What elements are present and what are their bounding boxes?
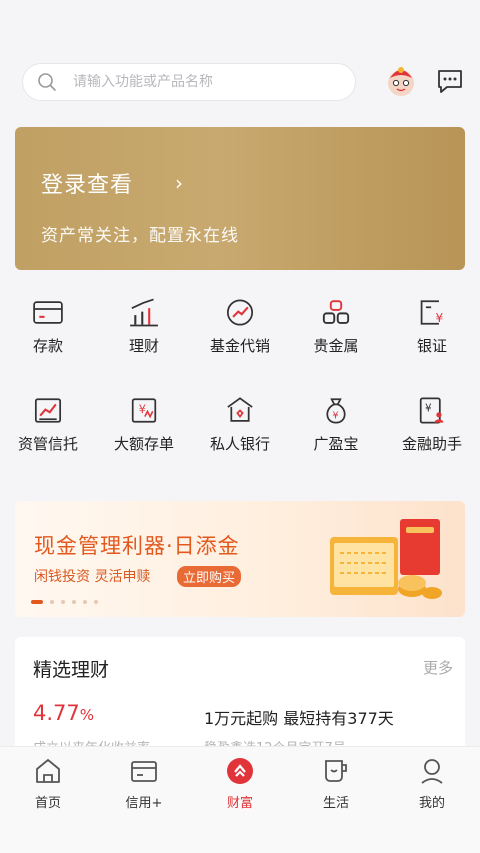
- grid-item-label: 资管信托: [17, 435, 78, 453]
- svg-text:¥: ¥: [333, 410, 339, 421]
- grid-item-label: 贵金属: [313, 337, 359, 355]
- carousel-dot: [94, 600, 98, 604]
- gold-bars-icon: [322, 300, 350, 324]
- svg-text:¥: ¥: [435, 311, 443, 325]
- tab-label: 生活: [322, 796, 349, 811]
- svg-text:¥: ¥: [139, 403, 146, 416]
- bar-chart-icon: [130, 298, 158, 327]
- login-banner[interactable]: 登录查看 › 资产常关注，配置永在线: [15, 127, 465, 270]
- cup-icon: [325, 760, 347, 782]
- grid-item-large-deposit[interactable]: ¥ 大额存单: [96, 394, 192, 454]
- grid-item-deposit[interactable]: 存款: [0, 296, 96, 356]
- yen-document-icon: ¥: [420, 300, 443, 325]
- tab-credit[interactable]: 信用+: [96, 747, 192, 853]
- user-icon: [421, 759, 443, 784]
- wealth-icon: [227, 758, 253, 784]
- grid-item-precious-metal[interactable]: 贵金属: [288, 296, 384, 356]
- carousel-dot: [83, 600, 87, 604]
- buy-now-button[interactable]: 立即购买: [177, 566, 242, 587]
- featured-products-card: 精选理财 更多 4.77% 1万元起购 最短持有377天 成立以来年化收益率 稳…: [15, 637, 465, 757]
- search-input[interactable]: [73, 74, 313, 90]
- growth-chart-icon: [34, 398, 62, 423]
- promo-subtitle: 闲钱投资 灵活申赎: [34, 569, 151, 585]
- grid-item-asset-trust[interactable]: 资管信托: [0, 394, 96, 454]
- tab-label: 信用+: [125, 796, 163, 811]
- calendar-coins-illustration: [330, 519, 442, 599]
- rate-value: 4.77: [33, 701, 80, 725]
- grid-item-wealth[interactable]: 理财: [96, 296, 192, 356]
- login-title: 登录查看: [41, 173, 134, 198]
- product-feature[interactable]: 1万元起购 最短持有377天: [204, 705, 394, 729]
- carousel-dot: [72, 600, 76, 604]
- mascot-icon[interactable]: [384, 64, 418, 98]
- search-bar[interactable]: [22, 63, 356, 101]
- chevron-right-icon: ›: [175, 171, 183, 195]
- tab-mine[interactable]: 我的: [384, 747, 480, 853]
- grid-item-label: 私人银行: [209, 435, 270, 453]
- bottom-tab-bar: 首页 信用+ 财富 生活 我的: [0, 746, 480, 853]
- tab-label: 财富: [226, 796, 253, 811]
- rate-unit: %: [79, 706, 95, 724]
- carousel-dot: [50, 600, 54, 604]
- credit-card-icon: [131, 761, 157, 782]
- search-icon: [38, 73, 56, 91]
- grid-item-label: 基金代销: [209, 337, 270, 355]
- grid-item-label: 大额存单: [113, 435, 174, 453]
- product-rate[interactable]: 4.77%: [33, 701, 94, 725]
- section-title: 精选理财: [33, 659, 110, 681]
- grid-item-securities[interactable]: ¥ 银证: [384, 296, 480, 356]
- tab-wealth[interactable]: 财富: [192, 747, 288, 853]
- grid-item-assistant[interactable]: ¥ 金融助手: [384, 394, 480, 454]
- grid-item-label: 存款: [32, 337, 63, 355]
- card-icon: [33, 301, 63, 324]
- certificate-icon: ¥: [131, 398, 157, 423]
- tab-label: 首页: [34, 796, 61, 811]
- more-link[interactable]: 更多: [423, 657, 453, 678]
- carousel-indicator: [31, 600, 98, 604]
- grid-item-fund[interactable]: 基金代销: [192, 296, 288, 356]
- grid-item-label: 金融助手: [401, 435, 462, 453]
- carousel-dot-active: [31, 600, 43, 604]
- money-bag-icon: ¥: [326, 398, 346, 424]
- grid-item-private-bank[interactable]: 私人银行: [192, 394, 288, 454]
- carousel-dot: [61, 600, 65, 604]
- grid-item-label: 银证: [416, 337, 447, 355]
- function-grid: 存款 理财 基金代销 贵金属 ¥ 银证 资管信托 ¥ 大额存单 私人银行 ¥ 广…: [0, 296, 480, 454]
- private-bank-icon: [227, 397, 253, 422]
- tab-home[interactable]: 首页: [0, 747, 96, 853]
- grid-item-label: 理财: [128, 337, 159, 355]
- promo-banner[interactable]: 现金管理利器·日添金 闲钱投资 灵活申赎 立即购买: [15, 501, 465, 617]
- message-icon[interactable]: [436, 68, 464, 94]
- grid-item-label: 广盈宝: [313, 435, 359, 453]
- grid-item-guangyingbao[interactable]: ¥ 广盈宝: [288, 394, 384, 454]
- top-bar: [22, 62, 462, 102]
- trend-circle-icon: [226, 299, 254, 326]
- home-icon: [36, 759, 60, 783]
- svg-text:¥: ¥: [425, 402, 432, 414]
- assistant-icon: ¥: [419, 397, 444, 424]
- tab-label: 我的: [418, 796, 445, 811]
- tab-life[interactable]: 生活: [288, 747, 384, 853]
- promo-title: 现金管理利器·日添金: [34, 534, 240, 558]
- login-subtitle: 资产常关注，配置永在线: [41, 226, 239, 246]
